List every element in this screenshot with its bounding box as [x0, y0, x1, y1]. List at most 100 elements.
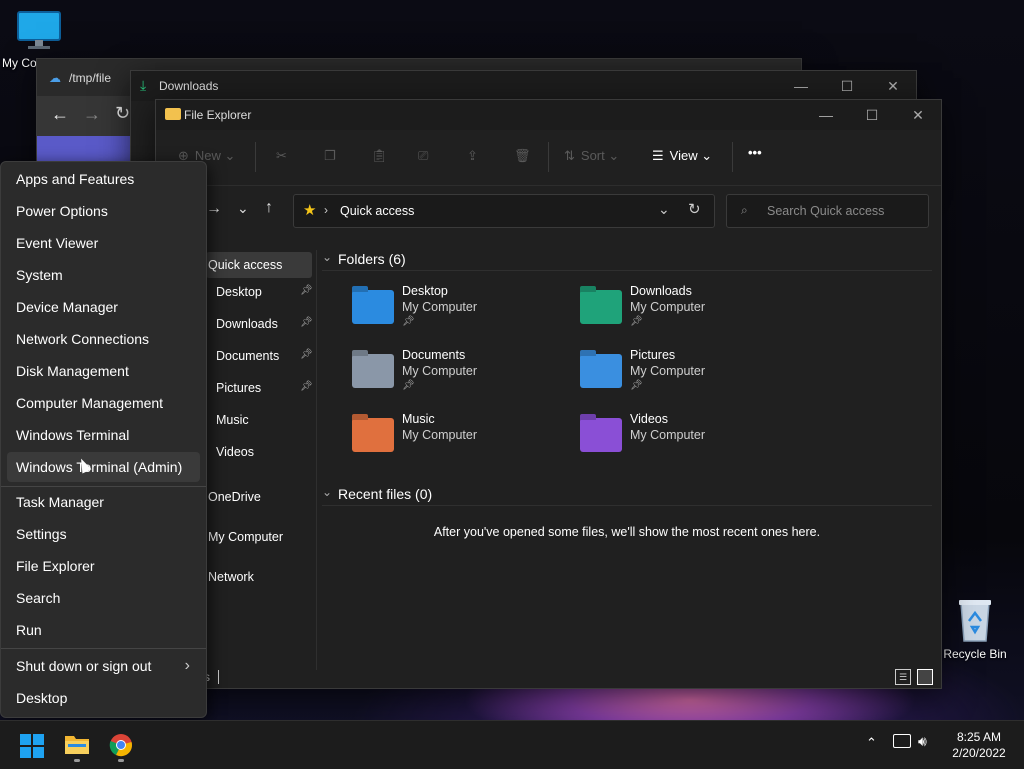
folder-icon [65, 736, 89, 754]
pin-icon: 📌︎ [630, 316, 643, 327]
nav-onedrive[interactable]: OneDrive [208, 490, 261, 504]
maximize-button[interactable]: ☐ [849, 100, 895, 130]
sort-button[interactable]: ⇅ Sort ⌄ [564, 148, 619, 164]
chevron-down-icon[interactable]: ⌄ [658, 201, 670, 218]
folder-tile-music[interactable]: Music My Computer [352, 412, 572, 468]
chevron-up-icon[interactable]: ⌃ [866, 735, 877, 751]
delete-icon[interactable]: 🗑︎ [514, 148, 531, 164]
menu-item-search[interactable]: Search [7, 583, 200, 613]
nav-item-pictures[interactable]: Pictures 📌︎ [202, 380, 313, 400]
search-input[interactable]: Search Quick access [767, 204, 884, 218]
forward-arrow-icon[interactable]: → [206, 200, 222, 218]
chrome-icon [109, 734, 132, 757]
volume-icon[interactable]: 🔊︎ [918, 733, 927, 750]
menu-item-system[interactable]: System [7, 260, 200, 290]
folder-location: My Computer [630, 300, 706, 314]
menu-item-computer-management[interactable]: Computer Management [7, 388, 200, 418]
more-options-button[interactable]: ••• [748, 145, 762, 160]
folder-tab [580, 350, 596, 356]
chevron-down-icon: ⌄ [701, 148, 713, 163]
menu-item-device-manager[interactable]: Device Manager [7, 292, 200, 322]
taskbar-file-explorer[interactable] [64, 733, 90, 762]
desktop-icon-recycle-bin[interactable]: Recycle Bin [938, 597, 1012, 661]
recent-locations-icon[interactable]: ⌄ [237, 200, 249, 217]
folder-tab [352, 350, 368, 356]
menu-item-shut-down-or-sign-out[interactable]: Shut down or sign out › [7, 651, 200, 681]
folder-tile-downloads[interactable]: Downloads My Computer 📌︎ [580, 284, 800, 340]
clock[interactable]: 8:25 AM 2/20/2022 [944, 729, 1014, 761]
recent-section-header[interactable]: ⌄ Recent files (0) [322, 485, 932, 506]
menu-item-windows-terminal-admin[interactable]: Windows Terminal (Admin) [7, 452, 200, 482]
view-button[interactable]: ☰ View ⌄ [652, 148, 712, 164]
running-indicator [118, 759, 124, 762]
start-button[interactable] [20, 734, 44, 758]
nav-quick-access[interactable]: Quick access [206, 252, 312, 278]
nav-item-downloads[interactable]: Downloads 📌︎ [202, 316, 313, 336]
close-button[interactable]: ✕ [870, 71, 916, 101]
copy-icon[interactable]: ❐ [324, 148, 336, 164]
nav-item-documents[interactable]: Documents 📌︎ [202, 348, 313, 368]
minimize-button[interactable]: — [778, 71, 824, 101]
paste-icon[interactable]: 📋︎ [371, 148, 388, 164]
menu-item-run[interactable]: Run [7, 615, 200, 645]
nav-network[interactable]: Network [208, 570, 254, 584]
share-icon[interactable]: ⇪ [467, 148, 478, 164]
folder-tab [580, 286, 596, 292]
network-icon[interactable] [893, 734, 911, 748]
up-arrow-icon[interactable]: ↑ [265, 199, 273, 217]
details-view-icon[interactable]: ☰ [895, 669, 911, 685]
nav-item-label: Downloads [216, 317, 278, 331]
menu-item-task-manager[interactable]: Task Manager [7, 487, 200, 517]
folder-tile-pictures[interactable]: Pictures My Computer 📌︎ [580, 348, 800, 404]
nav-item-desktop[interactable]: Desktop 📌︎ [202, 284, 313, 304]
close-button[interactable]: ✕ [895, 100, 941, 130]
menu-item-power-options[interactable]: Power Options [7, 196, 200, 226]
folder-tile-desktop[interactable]: Desktop My Computer 📌︎ [352, 284, 572, 340]
desktop-icon-label: Recycle Bin [943, 647, 1007, 661]
monitor-icon [17, 11, 61, 49]
folder-tab [580, 414, 596, 420]
menu-item-event-viewer[interactable]: Event Viewer [7, 228, 200, 258]
pin-icon: 📌︎ [402, 316, 415, 327]
back-window-tab[interactable]: ☁/tmp/file [49, 71, 111, 95]
cut-icon[interactable]: ✂ [276, 148, 287, 164]
search-box[interactable]: ⌕ Search Quick access [726, 194, 929, 228]
menu-separator [1, 648, 206, 649]
file-explorer-window[interactable]: File Explorer — ☐ ✕ ⊕ New ⌄ ✂ ❐ 📋︎ ⎚ ⇪ 🗑︎… [155, 99, 942, 689]
menu-item-apps-and-features[interactable]: Apps and Features [7, 164, 200, 194]
nav-my-computer[interactable]: My Computer [208, 530, 283, 544]
reload-icon[interactable]: ↻ [115, 103, 130, 124]
explorer-title: File Explorer [184, 108, 252, 122]
menu-item-windows-terminal[interactable]: Windows Terminal [7, 420, 200, 450]
menu-item-settings[interactable]: Settings [7, 519, 200, 549]
videos-folder-icon [580, 414, 622, 452]
nav-item-videos[interactable]: Videos [202, 444, 311, 464]
nav-item-label: Music [216, 413, 249, 427]
nav-item-music[interactable]: Music [202, 412, 311, 432]
explorer-titlebar: File Explorer — ☐ ✕ [156, 100, 941, 130]
folder-name: Documents [402, 348, 466, 362]
breadcrumb[interactable]: Quick access [340, 204, 414, 218]
back-arrow-icon[interactable]: ← [51, 104, 69, 125]
menu-item-network-connections[interactable]: Network Connections [7, 324, 200, 354]
rename-icon[interactable]: ⎚ [418, 148, 428, 164]
music-folder-icon [352, 414, 394, 452]
menu-item-disk-management[interactable]: Disk Management [7, 356, 200, 386]
minimize-button[interactable]: — [803, 100, 849, 130]
pin-icon: 📌︎ [300, 317, 313, 328]
folder-tile-videos[interactable]: Videos My Computer [580, 412, 800, 468]
folders-section-header[interactable]: ⌄ Folders (6) [322, 250, 932, 271]
menu-item-file-explorer[interactable]: File Explorer [7, 551, 200, 581]
folder-tile-documents[interactable]: Documents My Computer 📌︎ [352, 348, 572, 404]
forward-arrow-icon[interactable]: → [83, 104, 101, 125]
taskbar-chrome[interactable] [109, 733, 133, 762]
menu-item-desktop[interactable]: Desktop [7, 683, 200, 713]
view-icon: ☰ [652, 148, 664, 163]
address-bar[interactable]: ★ › Quick access ⌄ ↻ [293, 194, 715, 228]
quick-link-menu: Apps and Features Power Options Event View… [0, 161, 207, 718]
star-icon: ★ [303, 202, 317, 219]
folder-location: My Computer [402, 300, 478, 314]
tiles-view-icon[interactable] [917, 669, 933, 685]
maximize-button[interactable]: ☐ [824, 71, 870, 101]
refresh-icon[interactable]: ↻ [688, 200, 701, 218]
